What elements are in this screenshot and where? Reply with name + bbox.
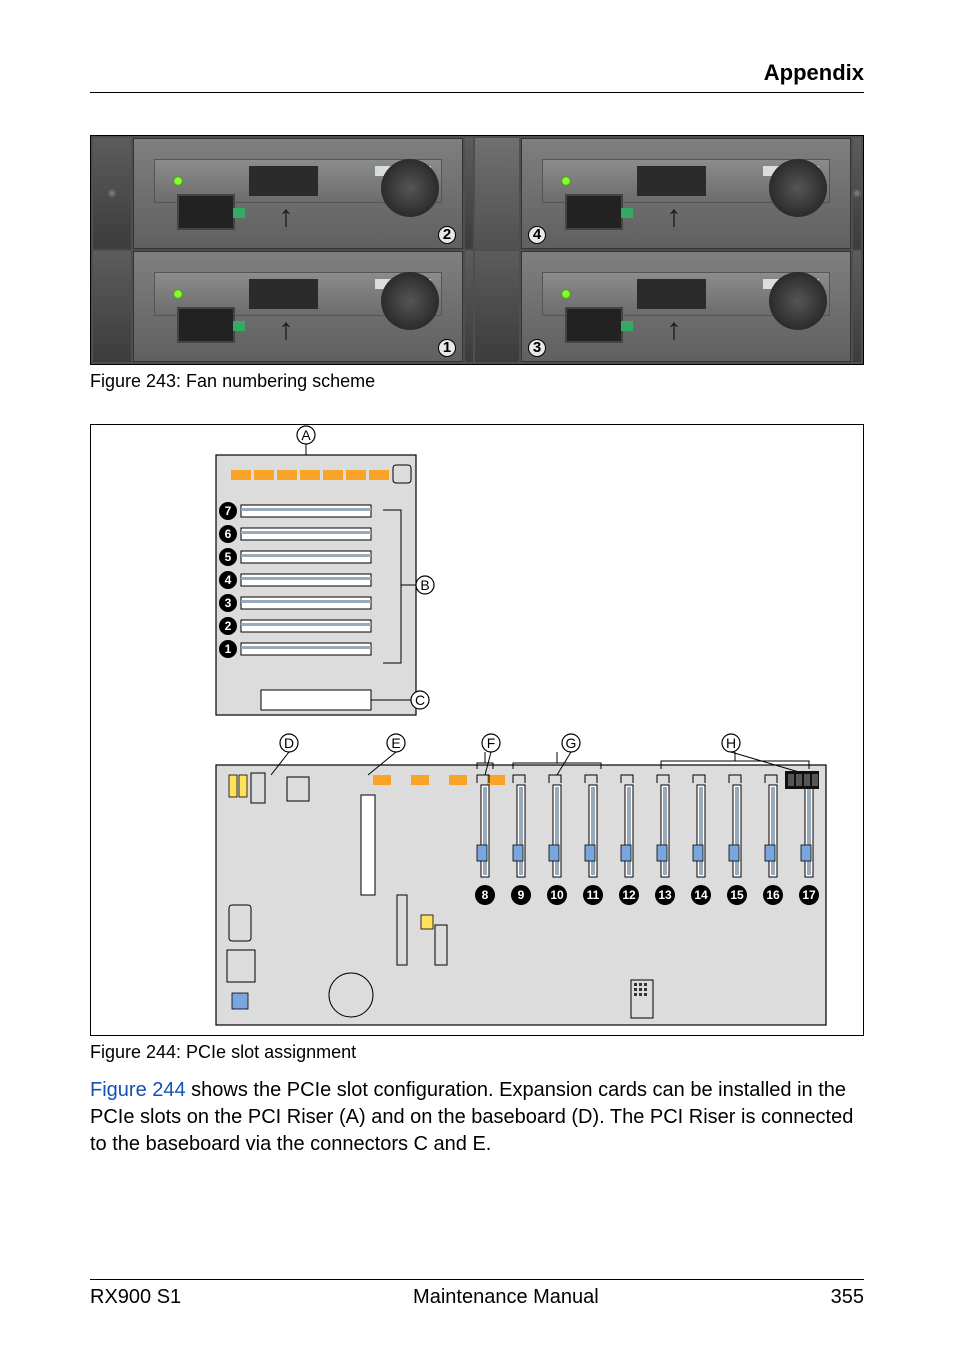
body-paragraph: Figure 244 shows the PCIe slot configura… [90, 1077, 864, 1158]
page: Appendix ◉ ↑ 2 ↑ 4 ◉ ↑ 1 [0, 0, 954, 1349]
svg-text:9: 9 [518, 888, 525, 902]
footer-center: Maintenance Manual [413, 1286, 599, 1309]
svg-text:3: 3 [225, 596, 232, 610]
fan-number-1: 1 [438, 339, 456, 357]
svg-text:11: 11 [587, 888, 600, 902]
chassis-side [93, 251, 131, 362]
page-footer: RX900 S1 Maintenance Manual 355 [90, 1279, 864, 1309]
page-header: Appendix [90, 60, 864, 86]
svg-text:12: 12 [622, 888, 636, 902]
svg-text:5: 5 [225, 550, 232, 564]
figure-244-caption: Figure 244: PCIe slot assignment [90, 1042, 864, 1063]
svg-text:15: 15 [730, 888, 744, 902]
svg-text:8: 8 [482, 888, 489, 902]
chassis-screw: ◉ [93, 138, 131, 249]
fan-number-3: 3 [528, 339, 546, 357]
figure-243-caption: Figure 243: Fan numbering scheme [90, 371, 864, 392]
chassis-mid [475, 138, 519, 249]
svg-text:17: 17 [802, 888, 816, 902]
header-title: Appendix [764, 60, 864, 86]
fan-bay-4: ↑ 4 [521, 138, 851, 249]
figure-244: 7 6 5 4 3 2 1 A B C D E F G H 8 9 10 11 12 13 14 [90, 424, 864, 1036]
fan-bay-3: ↑ 3 [521, 251, 851, 362]
fan-bay-2: ↑ 2 [133, 138, 463, 249]
svg-text:E: E [391, 735, 400, 751]
pcie-diagram: 7 6 5 4 3 2 1 A B C D E F G H 8 9 10 11 12 13 14 [91, 425, 831, 1035]
svg-text:A: A [301, 427, 311, 443]
body-text: shows the PCIe slot configuration. Expan… [90, 1079, 853, 1155]
svg-text:2: 2 [225, 619, 232, 633]
fan-number-4: 4 [528, 226, 546, 244]
svg-text:10: 10 [550, 888, 564, 902]
svg-text:7: 7 [225, 504, 232, 518]
svg-text:D: D [284, 735, 294, 751]
svg-text:13: 13 [658, 888, 672, 902]
svg-text:16: 16 [766, 888, 780, 902]
svg-text:H: H [726, 735, 736, 751]
svg-text:4: 4 [225, 573, 232, 587]
svg-text:F: F [487, 735, 496, 751]
figure-244-link[interactable]: Figure 244 [90, 1079, 186, 1101]
header-rule [90, 92, 864, 93]
footer-rule [90, 1279, 864, 1280]
chassis-divider [465, 251, 473, 362]
fan-grid: ◉ ↑ 2 ↑ 4 ◉ ↑ 1 [91, 136, 863, 364]
chassis-side [853, 251, 861, 362]
svg-text:B: B [420, 577, 429, 593]
footer-left: RX900 S1 [90, 1286, 181, 1309]
footer-right: 355 [831, 1286, 864, 1309]
svg-text:1: 1 [225, 642, 232, 656]
figure-243: ◉ ↑ 2 ↑ 4 ◉ ↑ 1 [90, 135, 864, 365]
chassis-mid [475, 251, 519, 362]
chassis-divider [465, 138, 473, 249]
fan-bay-1: ↑ 1 [133, 251, 463, 362]
svg-text:6: 6 [225, 527, 232, 541]
fan-number-2: 2 [438, 226, 456, 244]
svg-text:14: 14 [694, 888, 708, 902]
svg-text:G: G [566, 735, 577, 751]
svg-text:C: C [415, 692, 425, 708]
chassis-screw: ◉ [853, 138, 861, 249]
